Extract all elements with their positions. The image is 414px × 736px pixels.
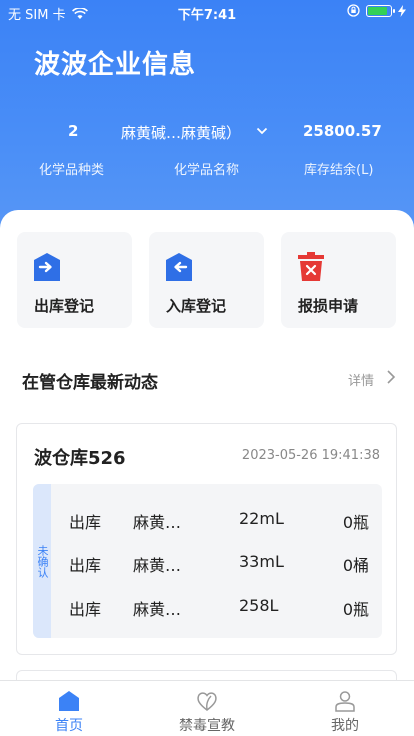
orientation-lock-icon	[347, 4, 360, 17]
stat-chemical-types-value: 2	[68, 122, 79, 140]
trash-report-icon	[298, 252, 324, 281]
record-chemical: 麻黄…	[133, 556, 182, 575]
warehouse-records: 未确认 出库 麻黄… 22mL 0瓶 出库 麻黄… 33mL 0桶 出库 麻黄……	[33, 484, 382, 638]
outbound-icon	[34, 253, 60, 281]
chevron-right-icon[interactable]	[384, 369, 398, 385]
user-icon	[335, 691, 355, 712]
record-chemical: 麻黄…	[133, 600, 182, 619]
tab-mine[interactable]: 我的	[276, 681, 414, 736]
warehouse-name: 波仓库526	[34, 448, 126, 469]
tab-drug-education[interactable]: 禁毒宣教	[138, 681, 276, 736]
warehouse-card[interactable]: 波仓库526 2023-05-26 19:41:38 未确认 出库 麻黄… 22…	[16, 423, 397, 655]
stat-stock-balance-label: 库存结余(L)	[304, 163, 374, 178]
record-count: 0瓶	[342, 513, 369, 532]
damage-report-button[interactable]: 报损申请	[281, 232, 396, 328]
tab-home-label: 首页	[55, 718, 83, 734]
status-bar: 无 SIM 卡 下午7:41	[0, 0, 414, 24]
inbound-register-label: 入库登记	[166, 297, 227, 315]
record-type: 出库	[69, 600, 102, 619]
record-row: 出库 麻黄… 22mL 0瓶	[69, 509, 369, 533]
record-type: 出库	[69, 556, 102, 575]
stat-chemical-name-label: 化学品名称	[174, 163, 240, 178]
chevron-down-icon[interactable]	[256, 126, 268, 136]
record-chemical: 麻黄…	[133, 513, 182, 532]
record-row: 出库 麻黄… 33mL 0桶	[69, 552, 369, 576]
home-icon	[59, 691, 79, 711]
stat-chemical-name-value: 麻黄碱…麻黄碱）	[121, 124, 242, 142]
record-type: 出库	[69, 513, 102, 532]
record-row: 出库 麻黄… 258L 0瓶	[69, 596, 369, 620]
record-amount: 33mL	[239, 552, 284, 571]
charging-icon	[398, 4, 406, 17]
record-count: 0瓶	[342, 600, 369, 619]
record-amount: 258L	[239, 596, 279, 615]
details-link[interactable]: 详情	[348, 370, 374, 389]
heart-leaf-icon	[197, 692, 217, 711]
record-count: 0桶	[342, 556, 369, 575]
unconfirmed-status-badge: 未确认	[33, 484, 51, 638]
outbound-register-button[interactable]: 出库登记	[17, 232, 132, 328]
battery-icon	[366, 4, 395, 17]
tab-drug-education-label: 禁毒宣教	[179, 718, 235, 734]
company-title: 波波企业信息	[34, 50, 197, 80]
chemical-name-selector[interactable]: 麻黄碱…麻黄碱）	[121, 122, 241, 143]
tab-mine-label: 我的	[331, 718, 359, 734]
main-content: 出库登记 入库登记 报损申请 在管仓库最新动态 详情 波仓库526 2023-0…	[0, 210, 414, 736]
warehouse-time: 2023-05-26 19:41:38	[241, 448, 380, 463]
inbound-register-button[interactable]: 入库登记	[149, 232, 264, 328]
stat-chemical-types-label: 化学品种类	[39, 163, 105, 178]
tab-home[interactable]: 首页	[0, 681, 138, 736]
outbound-register-label: 出库登记	[34, 297, 95, 315]
inbound-icon	[166, 253, 192, 281]
section-title: 在管仓库最新动态	[22, 373, 158, 393]
damage-report-label: 报损申请	[298, 297, 359, 315]
record-amount: 22mL	[239, 509, 284, 528]
stat-stock-balance-value: 25800.57	[303, 122, 382, 140]
tab-bar: 首页 禁毒宣教 我的	[0, 680, 414, 736]
